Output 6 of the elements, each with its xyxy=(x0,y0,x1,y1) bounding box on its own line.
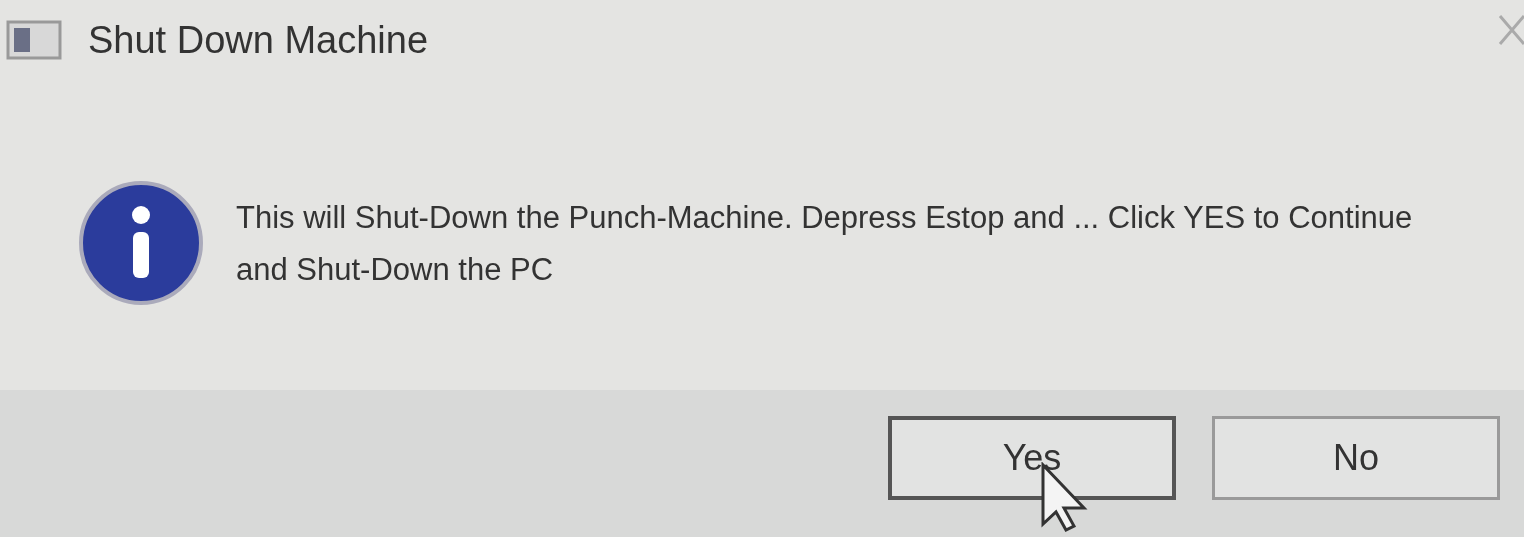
message-text: This will Shut-Down the Punch-Machine. Depress Estop and ... Click YES to Continue and Shut-Down the PC xyxy=(236,199,1414,289)
window-title: Shut Down Machine xyxy=(88,17,429,63)
dialog-button[interactable]: No xyxy=(1212,416,1500,500)
info-icon xyxy=(78,180,204,306)
dialog-button[interactable]: Yes xyxy=(888,416,1176,500)
window-icon xyxy=(6,20,62,60)
